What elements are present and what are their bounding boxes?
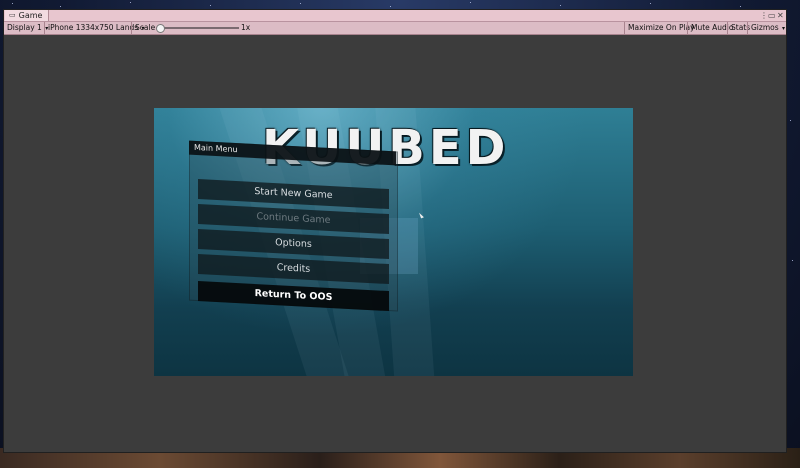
maximize-window-icon[interactable]: ▭: [768, 10, 776, 21]
scale-slider-track[interactable]: [159, 27, 239, 29]
chevron-down-icon: ▾: [782, 25, 786, 32]
gamepad-icon: ▭: [9, 11, 16, 19]
main-menu-panel: Main Menu Start New Game Continue Game O…: [189, 140, 398, 312]
close-window-icon[interactable]: ✕: [777, 10, 784, 21]
game-view-window: ▭ Game ⋮ ▭ ✕ Display 1 ▾ iPhone 1334x750…: [3, 9, 787, 453]
gizmos-dropdown[interactable]: Gizmos ▾: [747, 22, 788, 34]
scale-label: Scale: [131, 22, 158, 34]
resolution-dropdown-label: iPhone 1334x750 Lands: [48, 23, 139, 32]
display-dropdown-label: Display 1: [7, 23, 42, 32]
game-view-toolbar: Display 1 ▾ iPhone 1334x750 Lands ▾ Scal…: [4, 22, 786, 35]
tab-game[interactable]: ▭ Game: [5, 10, 50, 21]
gizmos-label: Gizmos: [751, 23, 779, 32]
more-options-icon[interactable]: ⋮: [760, 10, 768, 21]
tab-game-label: Game: [18, 11, 43, 20]
scale-slider-knob[interactable]: [156, 24, 165, 33]
scale-value: 1x: [241, 23, 251, 32]
window-titlebar: ▭ Game ⋮ ▭ ✕: [4, 10, 786, 22]
mouse-cursor-icon: [419, 211, 424, 219]
game-viewport[interactable]: KUUBED Main Menu Start New Game Continue…: [154, 108, 633, 376]
